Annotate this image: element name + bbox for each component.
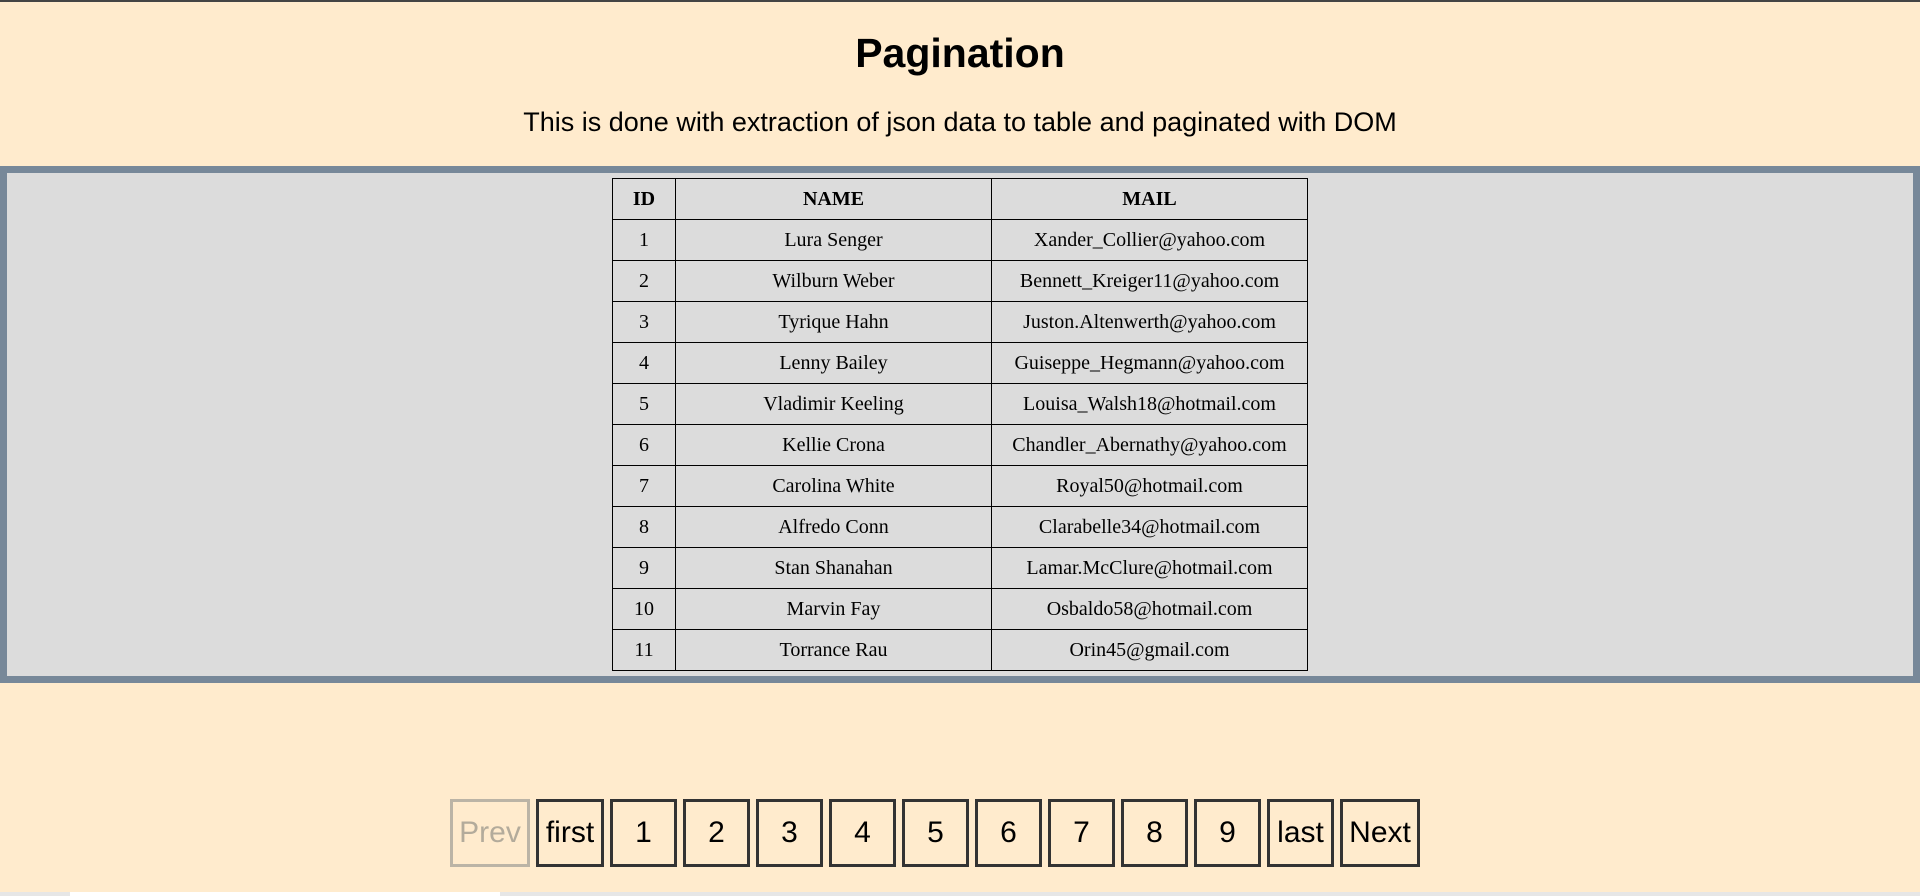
cell-id: 3	[612, 301, 676, 343]
cell-mail: Chandler_Abernathy@yahoo.com	[991, 424, 1308, 466]
cell-id: 7	[612, 465, 676, 507]
cell-name: Vladimir Keeling	[675, 383, 992, 425]
cell-mail: Bennett_Kreiger11@yahoo.com	[991, 260, 1308, 302]
cell-name: Marvin Fay	[675, 588, 992, 630]
prev-button[interactable]: Prev	[450, 799, 530, 867]
table-row: 11 Torrance Rau Orin45@gmail.com	[612, 629, 1308, 671]
cell-id: 4	[612, 342, 676, 384]
page-button-8[interactable]: 8	[1121, 799, 1188, 867]
table-row: 3 Tyrique Hahn Juston.Altenwerth@yahoo.c…	[612, 301, 1308, 343]
cell-id: 5	[612, 383, 676, 425]
horizontal-scrollbar[interactable]	[0, 892, 1920, 896]
cell-id: 8	[612, 506, 676, 548]
cell-mail: Guiseppe_Hegmann@yahoo.com	[991, 342, 1308, 384]
last-page-button[interactable]: last	[1267, 799, 1334, 867]
page-title: Pagination	[855, 30, 1065, 76]
table-row: 4 Lenny Bailey Guiseppe_Hegmann@yahoo.co…	[612, 342, 1308, 384]
page-button-2[interactable]: 2	[683, 799, 750, 867]
table-row: 2 Wilburn Weber Bennett_Kreiger11@yahoo.…	[612, 260, 1308, 302]
page-button-6[interactable]: 6	[975, 799, 1042, 867]
cell-mail: Osbaldo58@hotmail.com	[991, 588, 1308, 630]
cell-mail: Royal50@hotmail.com	[991, 465, 1308, 507]
cell-mail: Juston.Altenwerth@yahoo.com	[991, 301, 1308, 343]
cell-id: 10	[612, 588, 676, 630]
column-header-name: NAME	[675, 178, 992, 220]
table-row: 5 Vladimir Keeling Louisa_Walsh18@hotmai…	[612, 383, 1308, 425]
cell-mail: Louisa_Walsh18@hotmail.com	[991, 383, 1308, 425]
data-table: ID NAME MAIL 1 Lura Senger Xander_Collie…	[612, 178, 1308, 671]
table-row: 9 Stan Shanahan Lamar.McClure@hotmail.co…	[612, 547, 1308, 589]
cell-name: Kellie Crona	[675, 424, 992, 466]
cell-name: Torrance Rau	[675, 629, 992, 671]
cell-id: 6	[612, 424, 676, 466]
cell-mail: Orin45@gmail.com	[991, 629, 1308, 671]
page-button-5[interactable]: 5	[902, 799, 969, 867]
cell-mail: Xander_Collier@yahoo.com	[991, 219, 1308, 261]
cell-name: Carolina White	[675, 465, 992, 507]
page-button-4[interactable]: 4	[829, 799, 896, 867]
next-button[interactable]: Next	[1340, 799, 1420, 867]
pagination: Prev first 1 2 3 4 5 6 7 8 9 last Next	[450, 799, 1420, 867]
page-button-3[interactable]: 3	[756, 799, 823, 867]
cell-id: 1	[612, 219, 676, 261]
cell-name: Wilburn Weber	[675, 260, 992, 302]
column-header-mail: MAIL	[991, 178, 1308, 220]
cell-mail: Clarabelle34@hotmail.com	[991, 506, 1308, 548]
cell-id: 2	[612, 260, 676, 302]
table-row: 8 Alfredo Conn Clarabelle34@hotmail.com	[612, 506, 1308, 548]
cell-name: Tyrique Hahn	[675, 301, 992, 343]
cell-mail: Lamar.McClure@hotmail.com	[991, 547, 1308, 589]
page-button-7[interactable]: 7	[1048, 799, 1115, 867]
cell-name: Alfredo Conn	[675, 506, 992, 548]
cell-name: Stan Shanahan	[675, 547, 992, 589]
page-subtitle: This is done with extraction of json dat…	[523, 107, 1397, 137]
cell-id: 9	[612, 547, 676, 589]
cell-name: Lura Senger	[675, 219, 992, 261]
table-header-row: ID NAME MAIL	[612, 178, 1308, 220]
page-button-1[interactable]: 1	[610, 799, 677, 867]
table-row: 10 Marvin Fay Osbaldo58@hotmail.com	[612, 588, 1308, 630]
column-header-id: ID	[612, 178, 676, 220]
scrollbar-thumb[interactable]	[70, 892, 500, 896]
cell-id: 11	[612, 629, 676, 671]
cell-name: Lenny Bailey	[675, 342, 992, 384]
table-row: 1 Lura Senger Xander_Collier@yahoo.com	[612, 219, 1308, 261]
first-page-button[interactable]: first	[536, 799, 604, 867]
table-panel: ID NAME MAIL 1 Lura Senger Xander_Collie…	[0, 166, 1920, 683]
table-row: 7 Carolina White Royal50@hotmail.com	[612, 465, 1308, 507]
page-button-9[interactable]: 9	[1194, 799, 1261, 867]
table-row: 6 Kellie Crona Chandler_Abernathy@yahoo.…	[612, 424, 1308, 466]
